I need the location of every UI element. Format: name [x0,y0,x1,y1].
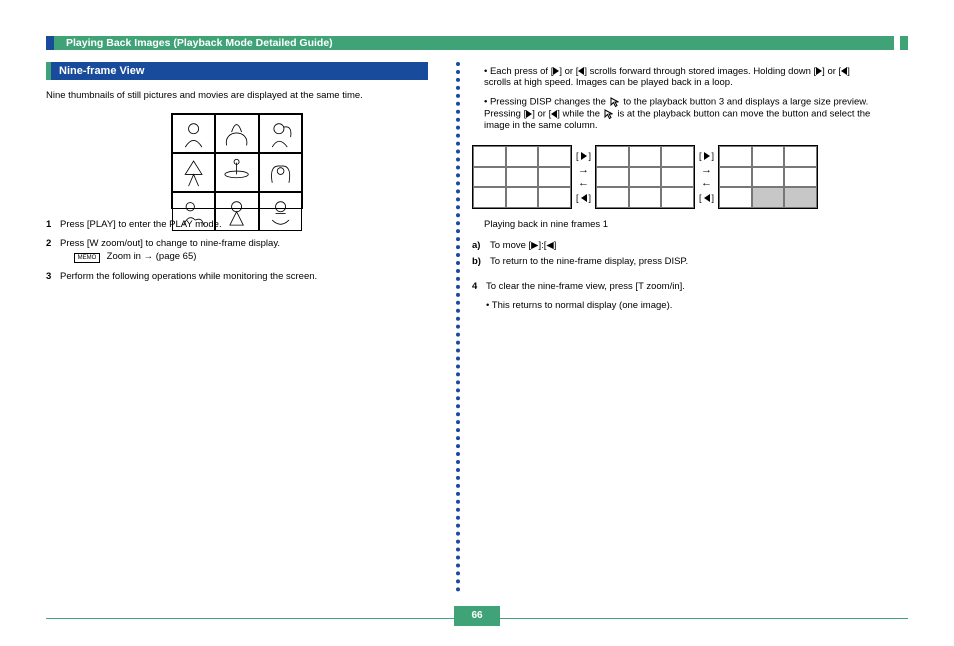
step-4-note: • This returns to normal display (one im… [486,300,874,313]
step-4: 4 To clear the nine-frame view, press [T… [472,281,874,292]
memo-icon: MEMO [74,253,100,263]
grid-1 [472,145,572,209]
arrow-left-icon: ← [578,180,589,187]
nine-frame-illustration [171,113,303,209]
page-footer: 66 [46,604,908,630]
page-header-title: Playing Back Images (Playback Mode Detai… [66,36,333,50]
arrow-stack-2: [] → ← [] [699,151,714,202]
arrow-right-icon: → [578,167,589,174]
cursor-icon [603,108,615,120]
step-1: 1 Press [PLAY] to enter the PLAY mode. [46,219,428,230]
grid-3 [718,145,818,209]
step-2: 2 Press [W zoom/out] to change to nine-f… [46,238,428,263]
arrow-right-icon: → [701,167,712,174]
grid-2 [595,145,695,209]
intro-text: Nine thumbnails of still pictures and mo… [46,90,428,103]
step-3: 3 Perform the following operations while… [46,271,428,282]
section-heading: Nine-frame View [46,62,428,80]
column-divider [456,62,460,592]
page-number: 66 [454,606,500,626]
grid-caption: Playing back in nine frames 1 [484,219,874,232]
arrow-stack-1: [] → ← [] [576,151,591,202]
substep-a: a) To move [▶]:[◀] [472,240,874,251]
arrow-left-icon: ← [701,180,712,187]
substep-b: b) To return to the nine-frame display, … [472,256,874,267]
section-title: Nine-frame View [59,62,144,80]
right-para-2: • Pressing DISP changes the to the playb… [472,96,874,131]
top-green-bar: Playing Back Images (Playback Mode Detai… [46,36,908,50]
grid-navigation-diagram: [] → ← [] [] → ← [] [472,145,874,209]
right-para-1: • Each press of [] or [] scrolls forward… [472,66,874,88]
cursor-icon [609,96,621,108]
